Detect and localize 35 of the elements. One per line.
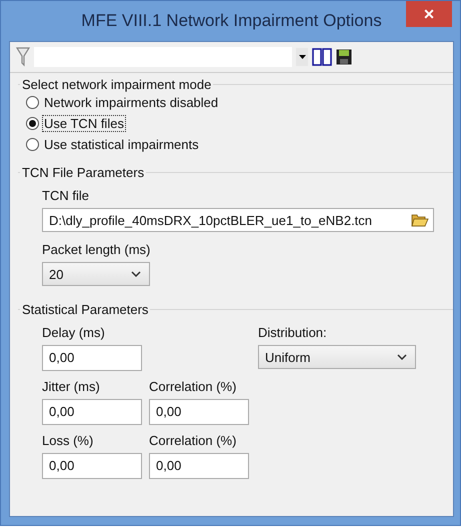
columns-icon[interactable]	[312, 48, 332, 66]
field-label: Distribution:	[258, 325, 327, 340]
filter-icon[interactable]	[16, 47, 30, 67]
radio-label[interactable]: Use statistical impairments	[42, 136, 201, 153]
field-label: TCN file	[42, 188, 89, 203]
save-icon[interactable]	[336, 49, 352, 65]
radio-button[interactable]	[26, 117, 39, 130]
dropdown-button[interactable]	[296, 48, 308, 66]
file-path-field[interactable]: D:\dly_profile_40msDRX_10pctBLER_ue1_to_eNB2.tcn	[42, 208, 434, 232]
group-title: TCN File Parameters	[21, 165, 146, 180]
window-title: MFE VIII.1 Network Impairment Options	[81, 11, 382, 31]
delay-field[interactable]: 0,00	[42, 345, 142, 371]
group-title: Select network impairment mode	[21, 77, 212, 92]
correlation-field[interactable]: 0,00	[149, 453, 249, 479]
packet-length-dropdown[interactable]: 20	[42, 262, 150, 286]
field-label: Loss (%)	[42, 433, 94, 448]
radio-button[interactable]	[26, 138, 39, 151]
jitter-field[interactable]: 0,00	[42, 399, 142, 425]
group-title: Statistical Parameters	[21, 302, 150, 317]
field-label: Correlation (%)	[149, 379, 236, 394]
field-label: Correlation (%)	[149, 433, 236, 448]
folder-icon[interactable]	[411, 212, 429, 228]
radio-button[interactable]	[26, 96, 39, 109]
field-label: Jitter (ms)	[42, 379, 100, 394]
chevron-down-icon	[397, 354, 407, 360]
field-label: Delay (ms)	[42, 325, 105, 340]
distribution-dropdown[interactable]: Uniform	[258, 345, 416, 369]
correlation-field[interactable]: 0,00	[149, 399, 249, 425]
close-button[interactable]: ×	[406, 1, 452, 27]
chevron-down-icon	[131, 271, 141, 277]
field-label: Packet length (ms)	[42, 242, 150, 257]
radio-label[interactable]: Network impairments disabled	[42, 94, 220, 111]
loss-field[interactable]: 0,00	[42, 453, 142, 479]
radio-label[interactable]: Use TCN files	[42, 115, 126, 132]
caret-icon	[298, 55, 306, 59]
